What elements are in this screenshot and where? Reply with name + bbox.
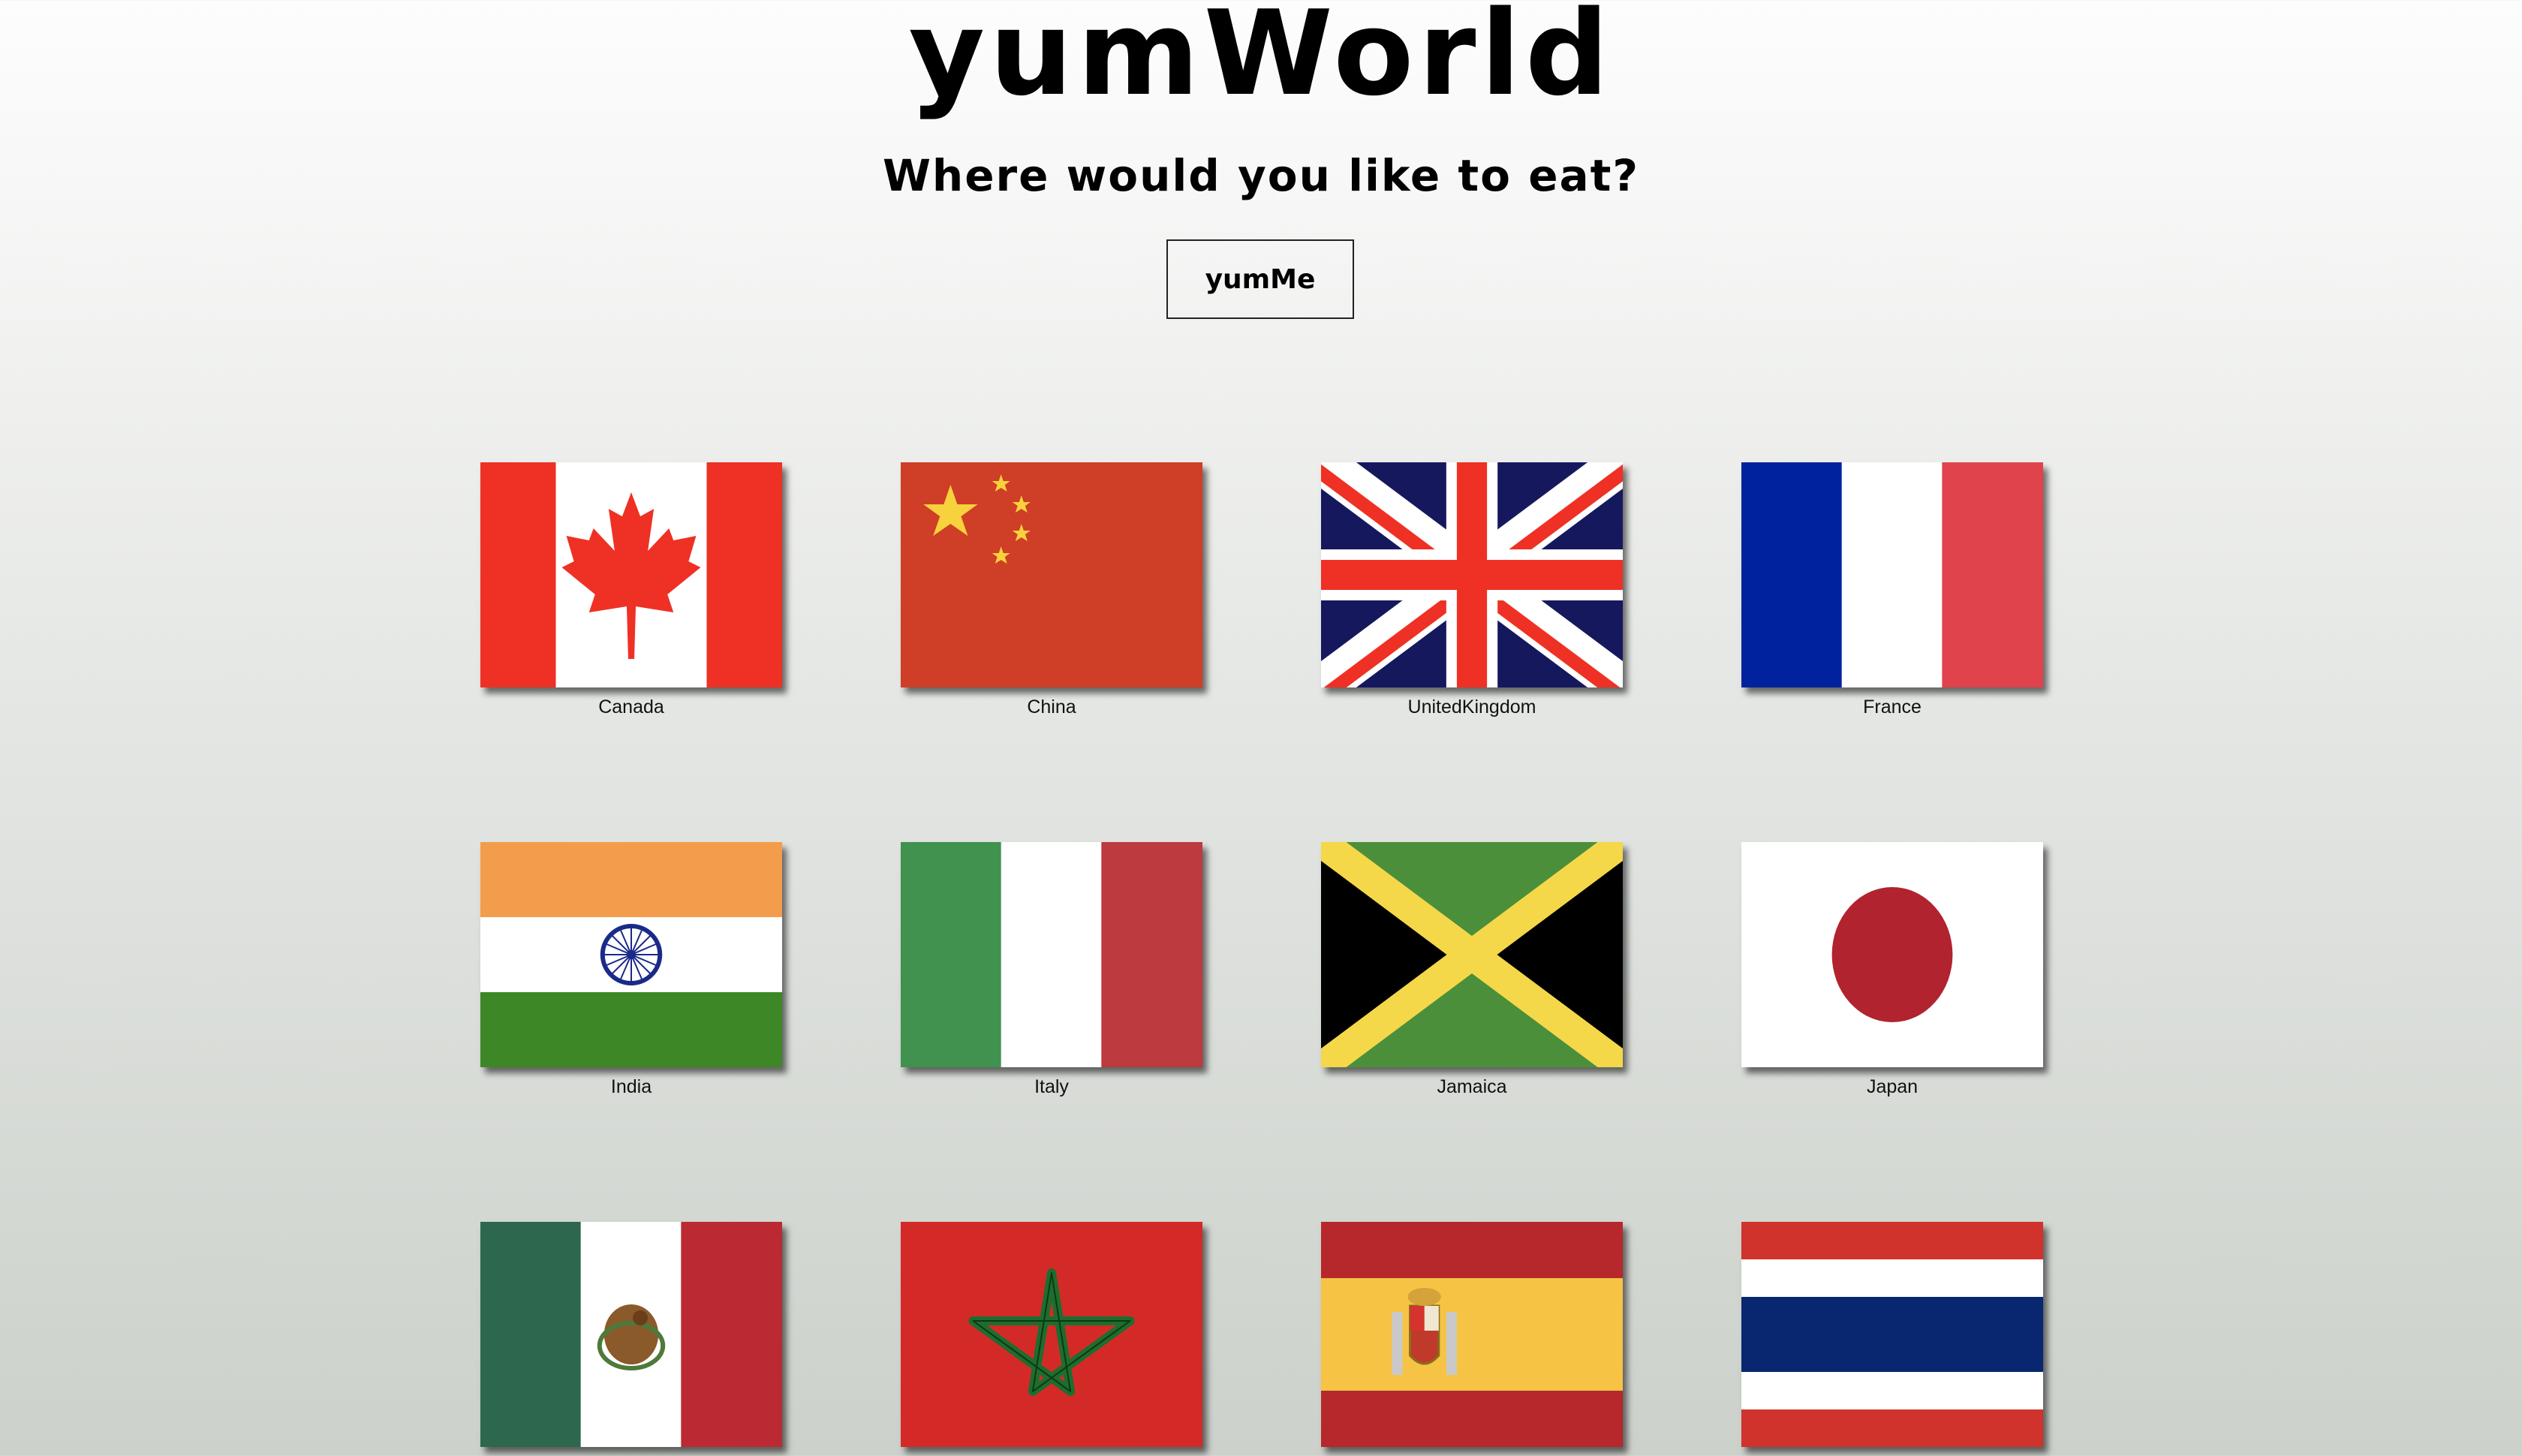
country-label: UnitedKingdom (1407, 696, 1536, 717)
jamaica-flag-icon[interactable] (1321, 842, 1623, 1067)
china-flag-icon[interactable] (901, 462, 1202, 687)
country-label: India (610, 1076, 652, 1097)
country-label: China (1027, 696, 1076, 717)
country-card-japan[interactable]: Japan (1741, 842, 2043, 1112)
country-card-united-kingdom[interactable]: UnitedKingdom (1321, 462, 1623, 733)
country-label: Italy (1034, 1076, 1069, 1097)
india-flag-icon[interactable] (480, 842, 782, 1067)
country-card-spain[interactable] (1321, 1222, 1623, 1456)
country-card-jamaica[interactable]: Jamaica (1321, 842, 1623, 1112)
country-card-mexico[interactable] (480, 1222, 782, 1456)
country-card-canada[interactable]: Canada (480, 462, 782, 733)
country-card-china[interactable]: China (901, 462, 1202, 733)
country-label: Jamaica (1437, 1076, 1507, 1097)
country-label: France (1863, 696, 1922, 717)
spain-flag-icon[interactable] (1321, 1222, 1623, 1447)
country-label: Japan (1866, 1076, 1919, 1097)
japan-flag-icon[interactable] (1741, 842, 2043, 1067)
france-flag-icon[interactable] (1741, 462, 2043, 687)
country-label: Canada (598, 696, 664, 717)
canada-flag-icon[interactable] (480, 462, 782, 687)
country-card-morocco[interactable] (901, 1222, 1202, 1456)
united-kingdom-flag-icon[interactable] (1321, 462, 1623, 687)
country-card-india[interactable]: India (480, 842, 782, 1112)
country-card-italy[interactable]: Italy (901, 842, 1202, 1112)
morocco-flag-icon[interactable] (901, 1222, 1202, 1447)
italy-flag-icon[interactable] (901, 842, 1202, 1067)
thailand-flag-icon[interactable] (1741, 1222, 2043, 1447)
country-card-thailand[interactable] (1741, 1222, 2043, 1456)
country-grid: Canada China UnitedKingdom France India … (0, 0, 2522, 1456)
country-card-france[interactable]: France (1741, 462, 2043, 733)
mexico-flag-icon[interactable] (480, 1222, 782, 1447)
